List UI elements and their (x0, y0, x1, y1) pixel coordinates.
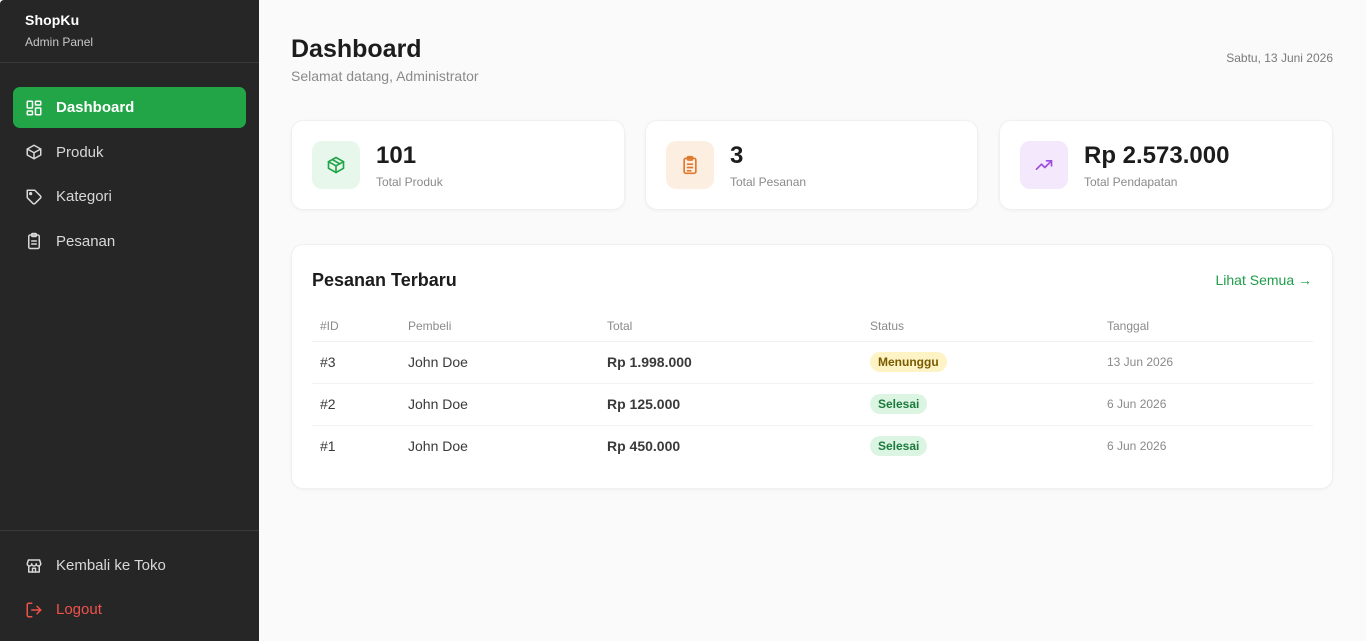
stat-icon-container (312, 141, 360, 189)
stat-card-products: 101 Total Produk (291, 120, 625, 210)
tag-icon (26, 189, 42, 205)
recent-orders-card: Pesanan Terbaru Lihat Semua → #ID Pembel… (291, 244, 1333, 489)
table-header-row: #ID Pembeli Total Status Tanggal (312, 311, 1313, 342)
status-badge: Selesai (870, 436, 928, 457)
column-header-status: Status (862, 311, 1099, 342)
order-total: Rp 450.000 (607, 438, 681, 455)
order-date: 13 Jun 2026 (1099, 341, 1313, 384)
column-header-total: Total (599, 311, 862, 342)
sidebar-item-kategori[interactable]: Kategori (13, 176, 246, 217)
view-all-link[interactable]: Lihat Semua → (1216, 272, 1313, 288)
order-buyer: John Doe (400, 383, 599, 426)
brand-subtitle: Admin Panel (25, 35, 94, 49)
box-icon (26, 144, 42, 160)
sidebar-item-dashboard[interactable]: Dashboard (13, 87, 246, 128)
clipboard-icon (28, 232, 40, 250)
recent-orders-title: Pesanan Terbaru (312, 270, 457, 290)
stat-card-orders: 3 Total Pesanan (645, 120, 978, 210)
stat-label: Total Pesanan (730, 175, 807, 189)
table-row[interactable]: #2 John Doe Rp 125.000 Selesai 6 Jun 202… (312, 383, 1313, 426)
stat-value: 101 (376, 142, 417, 169)
brand-name: ShopKu (25, 12, 80, 28)
order-id: #1 (320, 438, 336, 455)
order-total: Rp 125.000 (599, 383, 862, 426)
sidebar-item-label: Pesanan (56, 232, 116, 250)
status-badge: Selesai (870, 394, 928, 414)
stat-card-revenue: Rp 2.573.000 Total Pendapatan (999, 120, 1333, 210)
order-id: #2 (312, 383, 400, 426)
page-title: Dashboard (291, 35, 422, 63)
column-header-date: Tanggal (1099, 311, 1313, 342)
clipboard-icon (683, 155, 697, 175)
stat-icon-container (1020, 141, 1068, 189)
sidebar: ShopKu Admin Panel Dashboard Produk Kate… (0, 0, 259, 641)
table-row[interactable]: #3 John Doe Rp 1.998.000 Menunggu 13 Jun… (312, 341, 1313, 384)
table-row[interactable]: #1 John Doe Rp 450.000 Selesai 6 Jun 202… (312, 425, 1313, 467)
order-status-cell: Selesai (862, 383, 1099, 426)
stat-icon-container (666, 141, 714, 189)
order-buyer: John Doe (400, 341, 599, 384)
sidebar-nav: Dashboard Produk Kategori Pesanan (0, 63, 259, 530)
order-date: 6 Jun 2026 (1107, 439, 1167, 454)
back-to-store-link[interactable]: Kembali ke Toko (13, 545, 246, 586)
grid-icon (26, 100, 42, 115)
logout-icon (26, 602, 42, 617)
sidebar-item-label: Kategori (56, 188, 112, 205)
status-badge: Menunggu (870, 352, 947, 372)
orders-table: #ID Pembeli Total Status Tanggal #3 John… (312, 311, 1313, 467)
logout-label: Logout (56, 601, 102, 618)
sidebar-footer: Kembali ke Toko Logout (0, 530, 259, 641)
sidebar-item-pesanan[interactable]: Pesanan (13, 221, 246, 262)
order-id: #3 (312, 341, 400, 384)
order-buyer: John Doe (408, 438, 468, 455)
box-icon (327, 156, 345, 174)
current-date: Sabtu, 13 Juni 2026 (1226, 51, 1333, 65)
order-status-cell: Menunggu (862, 341, 1099, 384)
stat-value: 3 (730, 142, 744, 169)
order-date: 6 Jun 2026 (1099, 383, 1313, 426)
trending-up-icon (1035, 160, 1053, 170)
back-to-store-label: Kembali ke Toko (56, 557, 166, 574)
store-icon (26, 558, 42, 573)
order-status-cell: Selesai (862, 425, 1099, 467)
stat-label: Total Produk (376, 175, 443, 189)
sidebar-item-label: Produk (56, 143, 104, 161)
stat-value: Rp 2.573.000 (1084, 142, 1230, 169)
stat-label: Total Pendapatan (1084, 175, 1178, 189)
sidebar-item-label: Dashboard (56, 99, 135, 116)
main-content: Dashboard Selamat datang, Administrator … (259, 0, 1366, 641)
welcome-text: Selamat datang, Administrator (291, 68, 479, 84)
brand: ShopKu Admin Panel (0, 0, 259, 63)
logout-button[interactable]: Logout (13, 589, 246, 630)
order-total: Rp 1.998.000 (599, 341, 862, 384)
column-header-buyer: Pembeli (400, 311, 599, 342)
sidebar-item-produk[interactable]: Produk (13, 132, 246, 173)
column-header-id: #ID (312, 311, 400, 342)
